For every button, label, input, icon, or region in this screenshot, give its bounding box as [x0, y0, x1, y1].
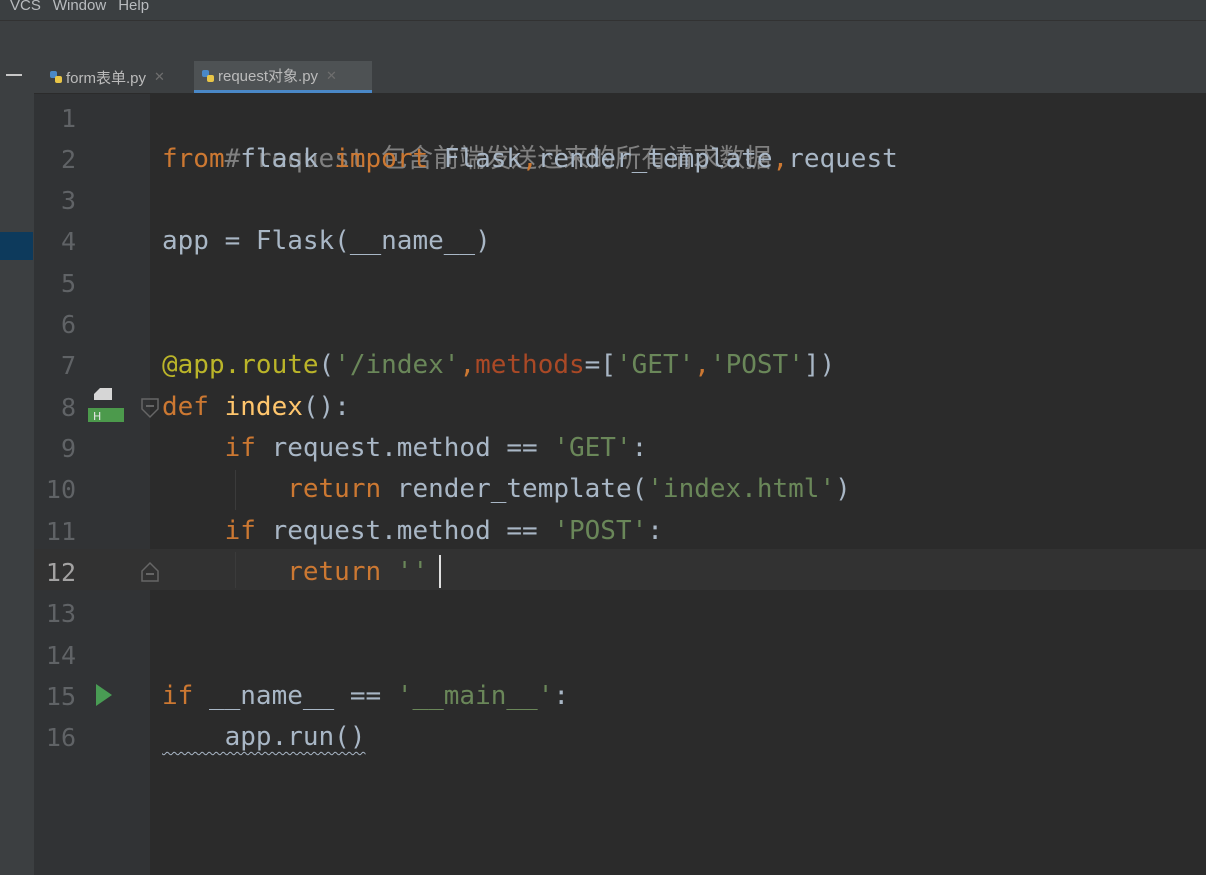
code-line-16: app.run()	[162, 717, 366, 758]
string: 'index.html'	[647, 474, 836, 504]
line-number: 4	[60, 227, 76, 256]
keyword: return	[162, 557, 382, 587]
code-token: (	[318, 350, 335, 380]
keyword: def	[162, 392, 209, 422]
code-token: flask	[224, 144, 335, 174]
line-number: 14	[45, 641, 76, 670]
code-token: :	[631, 433, 648, 463]
editor-tab-bar: form表单.py ✕ request对象.py ✕	[34, 61, 1206, 94]
tool-window-strip	[0, 61, 35, 875]
code-token: ,	[522, 144, 538, 174]
code-line-8: def index():	[162, 387, 350, 428]
code-line-7: @app.route('/index',methods=['GET','POST…	[162, 345, 835, 386]
decorator: @app.route	[162, 350, 319, 380]
code-token: render_template	[537, 144, 773, 174]
code-line-1: # request 包含前端发送过来的所有请求数据	[162, 98, 772, 174]
python-file-icon	[50, 71, 62, 83]
code-token: ])	[803, 350, 836, 380]
string: '__main__'	[396, 681, 554, 711]
menu-help[interactable]: Help	[112, 0, 155, 18]
code-line-10: return render_template('index.html')	[162, 469, 851, 510]
code-token: ,	[694, 350, 710, 380]
code-line-11: if request.method == 'POST':	[162, 511, 663, 552]
keyword: if	[162, 516, 256, 546]
code-token: )	[835, 474, 851, 504]
code-token: __name__ ==	[193, 681, 397, 711]
code-line-2: from flask import Flask,render_template,…	[162, 139, 898, 180]
line-number: 3	[60, 186, 76, 215]
code-token: ,	[772, 144, 789, 174]
code-token: =[	[584, 350, 616, 380]
line-number: 15	[45, 682, 76, 711]
string: 'POST'	[709, 350, 804, 380]
code-token: :	[647, 516, 663, 546]
string: 'POST'	[553, 516, 648, 546]
keyword: from	[162, 144, 225, 174]
keyword-argument: methods	[475, 350, 585, 380]
python-file-icon	[202, 69, 214, 82]
tab-label: form表单.py	[66, 69, 147, 87]
code-token: request.method ==	[255, 516, 554, 546]
close-icon[interactable]: ✕	[326, 68, 337, 84]
line-number: 5	[60, 269, 76, 298]
fold-marker-icon[interactable]	[140, 397, 160, 419]
function-name: index	[208, 392, 303, 422]
line-number: 11	[45, 517, 76, 546]
code-token-warning: app.run()	[162, 722, 366, 752]
string: ''	[381, 557, 429, 587]
text-caret	[439, 555, 441, 588]
line-number: 6	[60, 310, 76, 339]
code-line-9: if request.method == 'GET':	[162, 428, 648, 469]
toolbar	[0, 20, 1206, 62]
keyword: import	[334, 144, 429, 174]
code-line-4: app = Flask(__name__)	[162, 221, 491, 262]
code-line-12: return ''	[162, 552, 428, 593]
tab-form-py[interactable]: form表单.py ✕	[42, 61, 190, 93]
line-number: 1	[60, 104, 76, 133]
menu-bar: VCS Window Help	[0, 0, 1206, 20]
string: '/index'	[334, 350, 460, 380]
tool-window-marker[interactable]	[0, 232, 33, 260]
minus-icon[interactable]	[6, 74, 22, 76]
code-token: request	[788, 144, 898, 174]
code-token: request.method ==	[255, 433, 554, 463]
line-number: 16	[45, 723, 76, 752]
code-token: Flask	[428, 144, 523, 174]
keyword: return	[162, 474, 382, 504]
line-number: 13	[45, 599, 76, 628]
line-number: 10	[45, 475, 76, 504]
code-token: ():	[302, 392, 350, 422]
code-token: app = Flask(__name__)	[162, 226, 491, 256]
svg-text:H: H	[93, 410, 101, 423]
line-number-current: 12	[45, 558, 76, 587]
keyword: if	[162, 433, 256, 463]
run-icon[interactable]	[96, 684, 112, 706]
tab-request-py[interactable]: request对象.py ✕	[194, 61, 372, 93]
code-token: :	[553, 681, 570, 711]
fold-marker-icon[interactable]	[140, 561, 160, 583]
implements-marker-icon[interactable]: H	[86, 386, 124, 424]
tab-label: request对象.py	[218, 68, 319, 85]
line-number: 8	[60, 393, 76, 422]
line-number: 2	[60, 145, 76, 174]
ide-window: VCS Window Help form表单.py ✕ request对象.py…	[0, 0, 1206, 875]
code-line-15: if __name__ == '__main__':	[162, 676, 569, 717]
line-number: 9	[60, 434, 76, 463]
keyword: if	[162, 681, 194, 711]
line-number: 7	[60, 351, 76, 380]
menu-window[interactable]: Window	[47, 0, 112, 18]
close-icon[interactable]: ✕	[154, 69, 165, 85]
menu-vcs[interactable]: VCS	[0, 0, 47, 18]
code-token: ,	[459, 350, 476, 380]
code-token: render_template(	[381, 474, 648, 504]
string: 'GET'	[615, 350, 695, 380]
string: 'GET'	[553, 433, 632, 463]
